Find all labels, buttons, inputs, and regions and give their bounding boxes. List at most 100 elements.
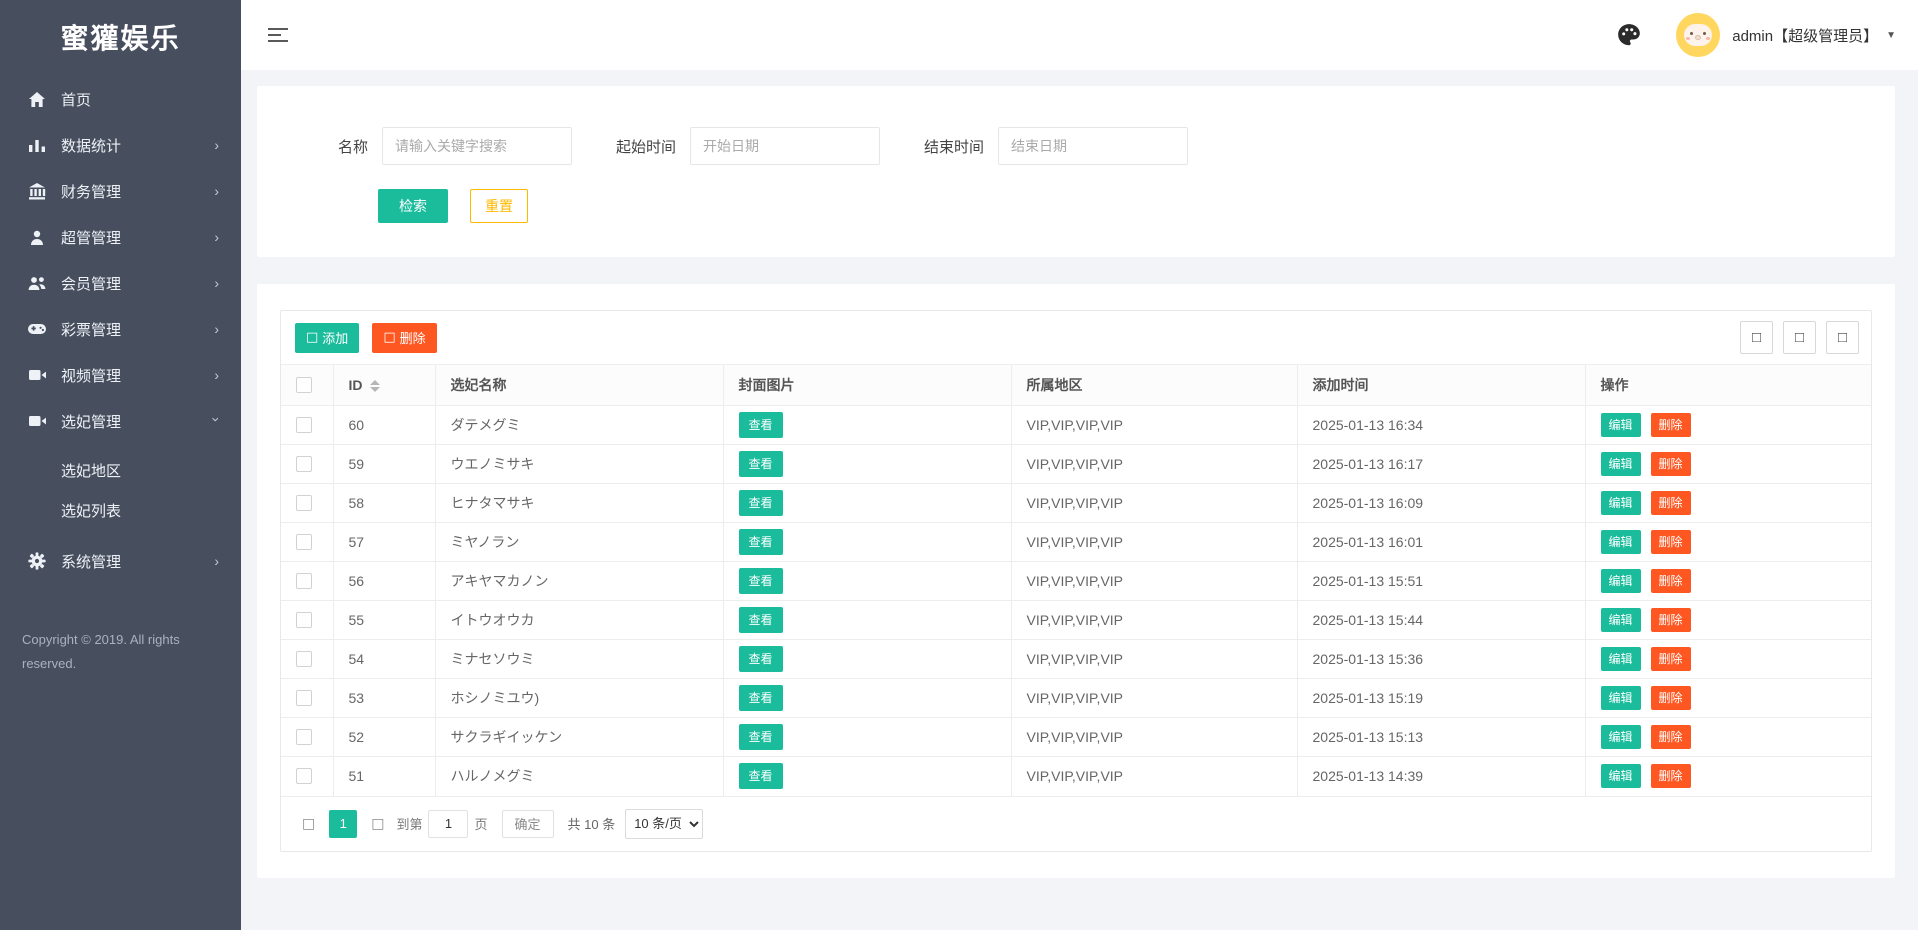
row-checkbox[interactable] [296,729,312,745]
gear-icon [27,552,47,570]
table-row: 57 ミヤノラン 查看 VIP,VIP,VIP,VIP 2025-01-13 16:01… [281,522,1871,562]
row-checkbox[interactable] [296,534,312,550]
row-delete-button[interactable]: 删除 [1650,569,1691,593]
add-button[interactable]: □ 添加 [295,322,360,353]
sidebar-subitem-0[interactable]: 选妃地区 [0,450,241,490]
toolbar-icons: □ □ □ [1740,321,1859,354]
row-checkbox[interactable] [296,417,312,433]
print-icon[interactable]: □ [1826,321,1859,354]
sidebar-item-3[interactable]: 超管管理 › [0,214,241,260]
gamepad-icon [27,320,47,338]
end-date-input[interactable] [998,127,1189,165]
edit-button[interactable]: 编辑 [1600,452,1641,476]
row-delete-button[interactable]: 删除 [1650,647,1691,671]
sidebar-item-label: 数据统计 [61,137,122,155]
row-id: 60 [333,405,436,445]
row-delete-button[interactable]: 删除 [1650,452,1691,476]
user-menu[interactable]: admin【超级管理员】 ▼ [1732,25,1896,46]
sidebar-item-0[interactable]: 首页 [0,76,241,122]
sidebar-item-4[interactable]: 会员管理 › [0,260,241,306]
edit-button[interactable]: 编辑 [1600,491,1641,515]
delete-icon: □ [383,330,396,345]
sort-icon[interactable] [369,380,380,393]
edit-button[interactable]: 编辑 [1600,764,1641,789]
column-actions: 操作 [1585,364,1871,406]
row-checkbox[interactable] [296,651,312,667]
start-date-input[interactable] [690,127,881,165]
row-delete-button[interactable]: 删除 [1650,764,1691,789]
sidebar-item-1[interactable]: 数据统计 › [0,122,241,168]
row-delete-button[interactable]: 删除 [1650,413,1691,437]
name-search-input[interactable] [382,127,573,165]
row-actions: 编辑 删除 [1585,678,1871,718]
edit-button[interactable]: 编辑 [1600,569,1641,593]
edit-button[interactable]: 编辑 [1600,608,1641,632]
user-avatar[interactable] [1676,13,1721,57]
row-checkbox[interactable] [296,612,312,628]
row-name: ハルノメグミ [435,756,724,796]
filter-columns-icon[interactable]: □ [1740,321,1773,354]
view-cover-button[interactable]: 查看 [738,412,783,438]
export-icon[interactable]: □ [1783,321,1816,354]
row-name: サクラギイッケン [435,717,724,757]
row-delete-button[interactable]: 删除 [1650,530,1691,554]
menu-toggle-icon[interactable] [268,24,290,46]
row-checkbox[interactable] [296,690,312,706]
view-cover-button[interactable]: 查看 [738,451,783,477]
sidebar-item-label: 超管管理 [61,229,122,247]
row-checkbox[interactable] [296,495,312,511]
row-actions: 编辑 删除 [1585,561,1871,601]
view-cover-button[interactable]: 查看 [738,490,783,516]
row-region: VIP,VIP,VIP,VIP [1011,600,1298,640]
sidebar-item-7[interactable]: 选妃管理 › [0,398,241,444]
next-page-icon[interactable]: □ [365,816,390,832]
table-row: 55 イトウオウカ 查看 VIP,VIP,VIP,VIP 2025-01-13 15:4… [281,600,1871,640]
sidebar-item-5[interactable]: 彩票管理 › [0,306,241,352]
row-delete-button[interactable]: 删除 [1650,608,1691,632]
row-delete-button[interactable]: 删除 [1650,491,1691,515]
sidebar-item-6[interactable]: 视频管理 › [0,352,241,398]
row-actions: 编辑 删除 [1585,522,1871,562]
row-delete-button[interactable]: 删除 [1650,686,1691,710]
row-checkbox[interactable] [296,573,312,589]
row-time: 2025-01-13 15:51 [1297,561,1586,601]
total-count: 共 10 条 [567,817,616,832]
edit-button[interactable]: 编辑 [1600,725,1641,749]
per-page-select[interactable]: 10 条/页 [625,808,704,839]
edit-button[interactable]: 编辑 [1600,686,1641,710]
page-number-input[interactable] [428,809,469,838]
row-actions: 编辑 删除 [1585,717,1871,757]
view-cover-button[interactable]: 查看 [738,607,783,633]
table-row: 51 ハルノメグミ 查看 VIP,VIP,VIP,VIP 2025-01-13 14:3… [281,756,1871,796]
view-cover-button[interactable]: 查看 [738,763,783,790]
edit-button[interactable]: 编辑 [1600,413,1641,437]
row-checkbox[interactable] [296,768,312,785]
row-checkbox[interactable] [296,456,312,472]
theme-palette-icon[interactable] [1616,22,1642,48]
select-all-checkbox[interactable] [296,377,312,393]
view-cover-button[interactable]: 查看 [738,568,783,594]
topbar: admin【超级管理员】 ▼ [241,0,1918,70]
sidebar-item-8[interactable]: 系统管理 › [0,538,241,584]
sidebar-item-2[interactable]: 财务管理 › [0,168,241,214]
search-button[interactable]: 检索 [378,189,448,223]
view-cover-button[interactable]: 查看 [738,646,783,672]
row-region: VIP,VIP,VIP,VIP [1011,561,1298,601]
current-page[interactable]: 1 [329,809,358,838]
reset-button[interactable]: 重置 [470,189,528,223]
delete-button[interactable]: □ 删除 [372,322,437,353]
submenu: 选妃地区 选妃列表 [0,450,241,530]
row-name: ヒナタマサキ [435,483,724,523]
edit-button[interactable]: 编辑 [1600,647,1641,671]
edit-button[interactable]: 编辑 [1600,530,1641,554]
view-cover-button[interactable]: 查看 [738,724,783,750]
row-delete-button[interactable]: 删除 [1650,725,1691,749]
view-cover-button[interactable]: 查看 [738,685,783,711]
sidebar-subitem-1[interactable]: 选妃列表 [0,490,241,530]
row-name: ダテメグミ [435,405,724,445]
confirm-page-button[interactable]: 确定 [501,809,554,838]
column-name: 选妃名称 [435,364,724,406]
prev-page-icon[interactable]: □ [296,816,321,832]
sidebar-item-label: 视频管理 [61,367,122,385]
view-cover-button[interactable]: 查看 [738,529,783,555]
